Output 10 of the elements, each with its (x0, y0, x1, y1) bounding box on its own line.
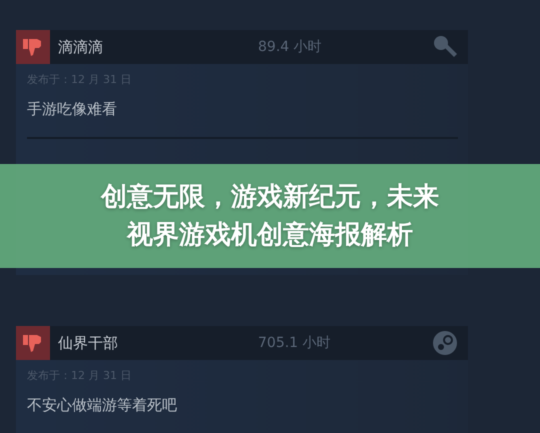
key-icon (432, 34, 458, 60)
playtime: 705.1 小时 (258, 334, 332, 352)
reviewer-name[interactable]: 仙界干部 (58, 334, 208, 352)
banner-title: 创意无限，游戏新纪元，未来 (101, 181, 439, 214)
reviewer-name[interactable]: 滴滴滴 (58, 38, 208, 56)
playtime: 89.4 小时 (258, 38, 323, 56)
steam-logo-icon (432, 330, 458, 356)
review-text: 手游吃像难看 (27, 100, 118, 119)
banner-title: 视界游戏机创意海报解析 (127, 219, 413, 252)
review-text: 不安心做端游等着死吧 (27, 396, 178, 415)
